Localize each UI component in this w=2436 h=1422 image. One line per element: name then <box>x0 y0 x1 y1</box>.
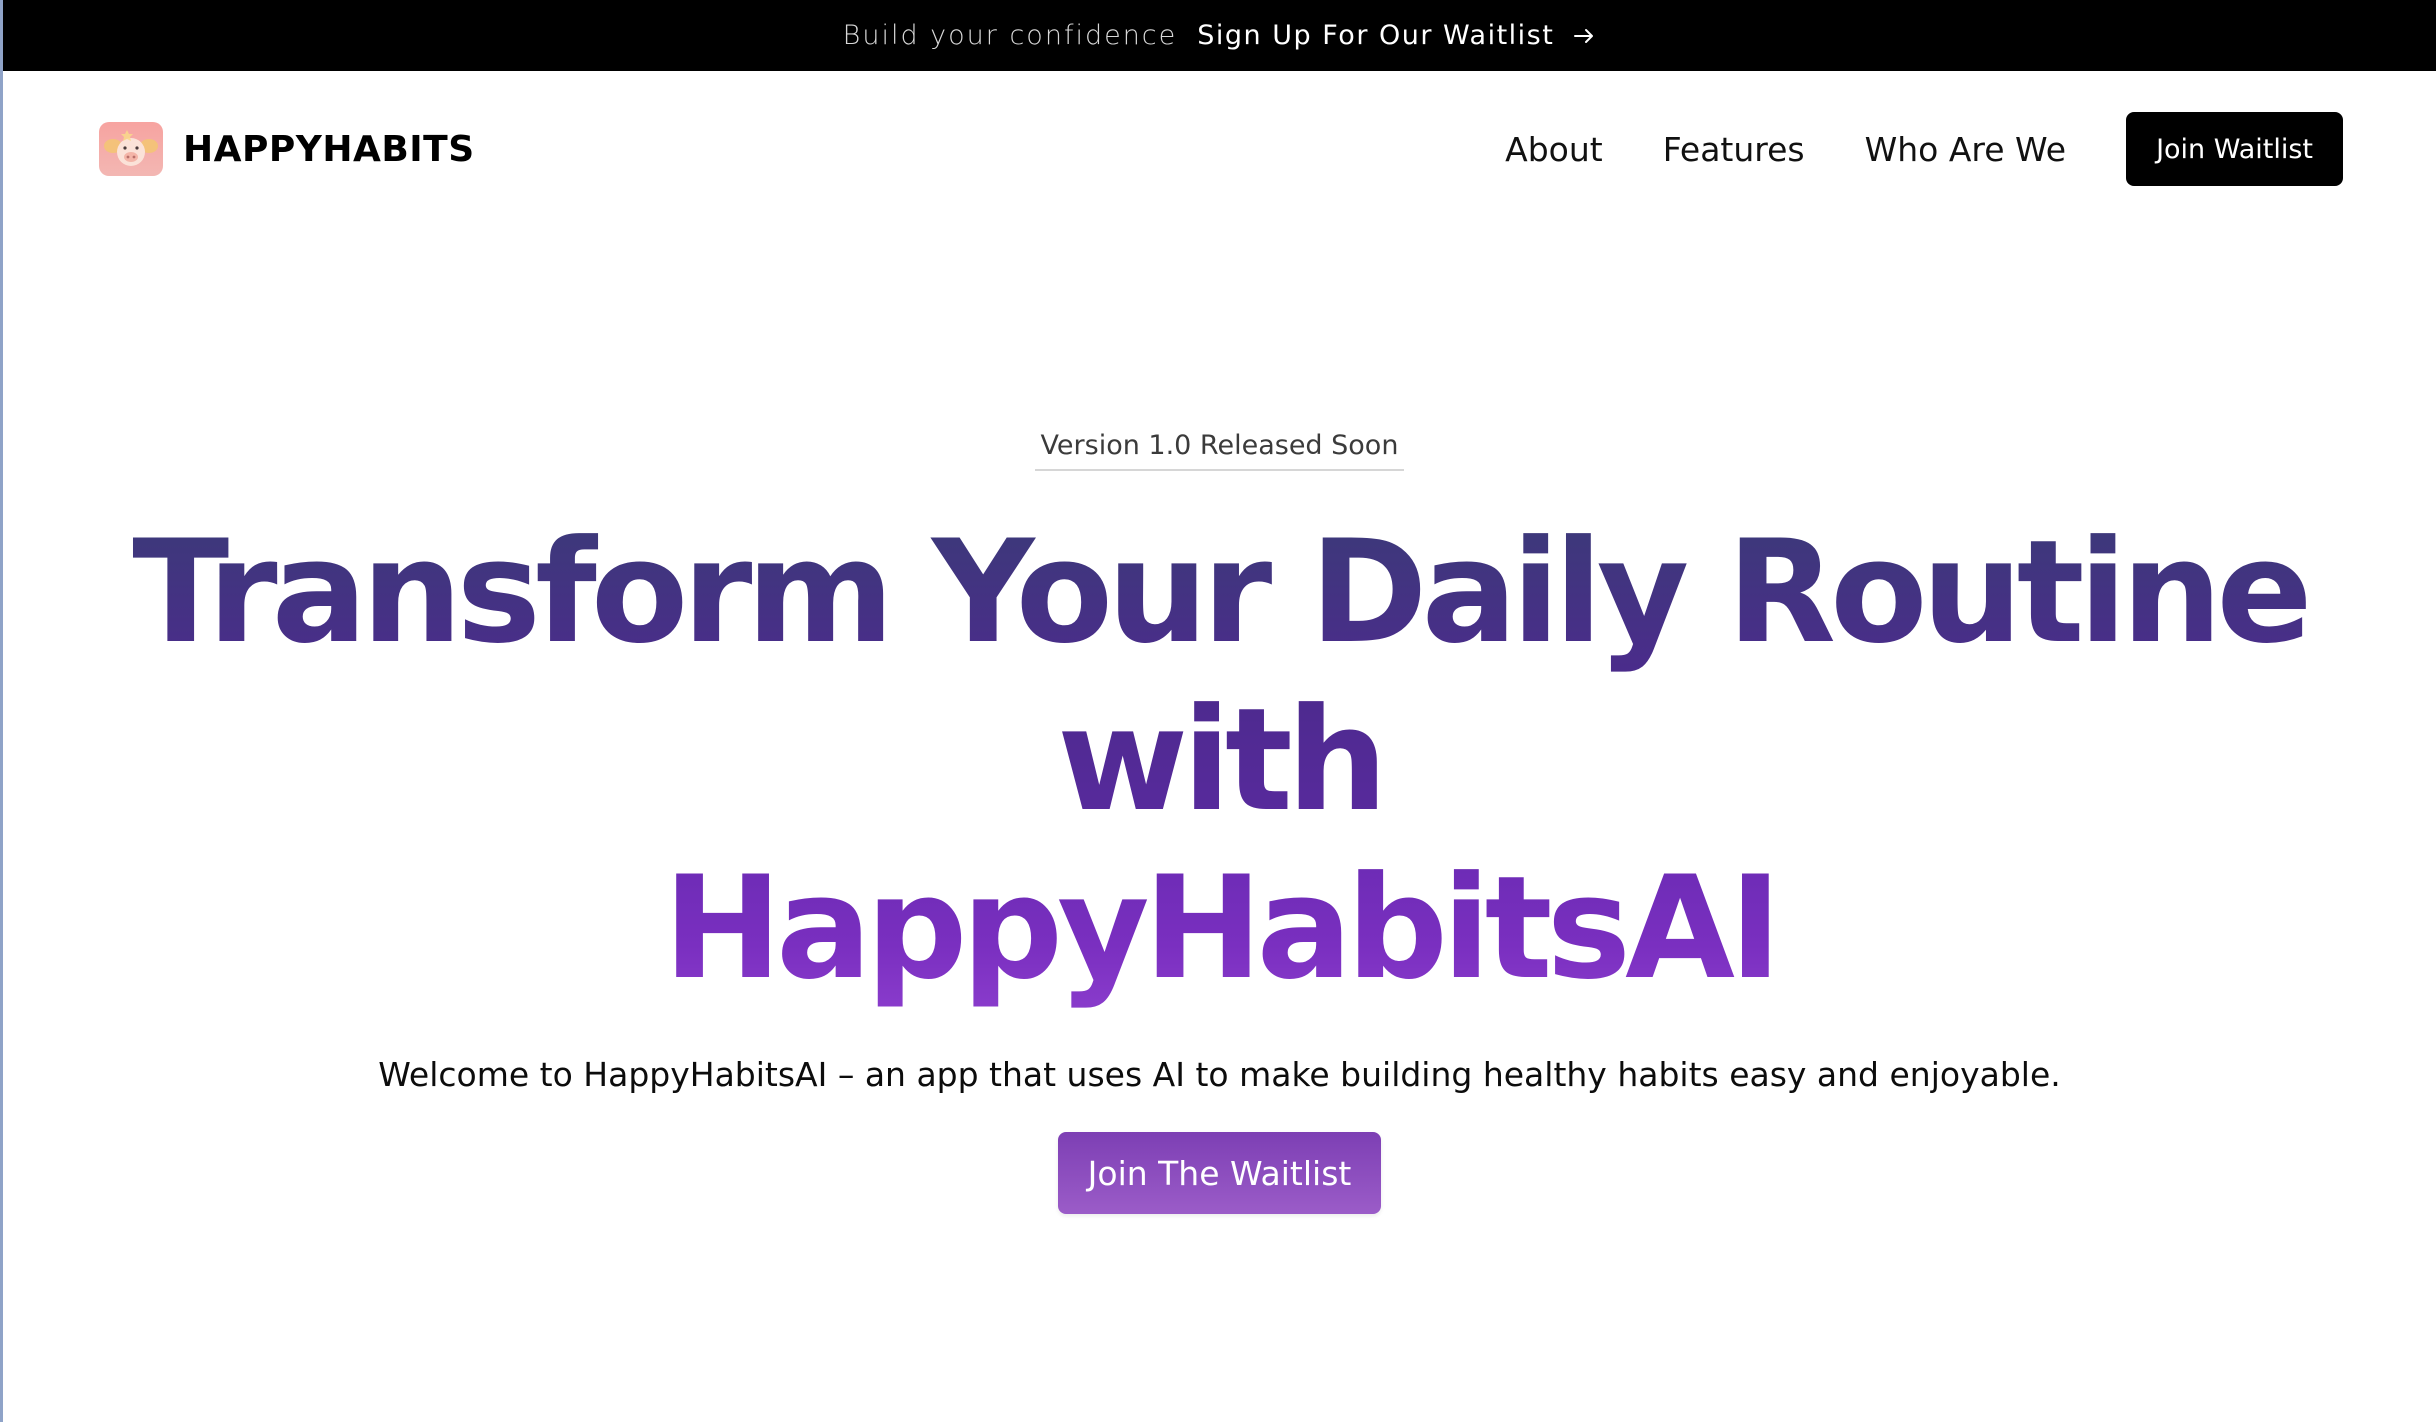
announcement-bar: Build your confidence Sign Up For Our Wa… <box>3 0 2436 71</box>
waitlist-signup-link-label: Sign Up For Our Waitlist <box>1197 20 1555 51</box>
hero-title-line-1: Transform Your Daily Routine with <box>3 509 2436 845</box>
brand-name: HAPPYHABITS <box>183 128 475 170</box>
main-nav: About Features Who Are We Join Waitlist <box>1505 112 2343 186</box>
hero-section: Version 1.0 Released Soon Transform Your… <box>3 420 2436 1214</box>
join-the-waitlist-button[interactable]: Join The Waitlist <box>1057 1132 1382 1214</box>
hero-subtitle: Welcome to HappyHabitsAI – an app that u… <box>378 1055 2061 1094</box>
pig-logo-icon <box>99 122 163 176</box>
announcement-text: Build your confidence <box>842 20 1178 51</box>
version-badge: Version 1.0 Released Soon <box>1034 420 1405 471</box>
hero-title-line-2: HappyHabitsAI <box>3 845 2436 1013</box>
landing-page: Build your confidence Sign Up For Our Wa… <box>0 0 2436 1422</box>
arrow-right-icon <box>1574 28 1594 43</box>
nav-features-link[interactable]: Features <box>1663 130 1805 169</box>
hero-title: Transform Your Daily Routine with HappyH… <box>3 509 2436 1013</box>
brand-home-link[interactable]: HAPPYHABITS <box>99 122 475 176</box>
nav-about-link[interactable]: About <box>1505 130 1603 169</box>
waitlist-signup-link[interactable]: Sign Up For Our Waitlist <box>1197 20 1596 51</box>
site-header: HAPPYHABITS About Features Who Are We Jo… <box>3 71 2436 227</box>
nav-who-are-we-link[interactable]: Who Are We <box>1865 130 2066 169</box>
join-waitlist-button[interactable]: Join Waitlist <box>2126 112 2343 186</box>
